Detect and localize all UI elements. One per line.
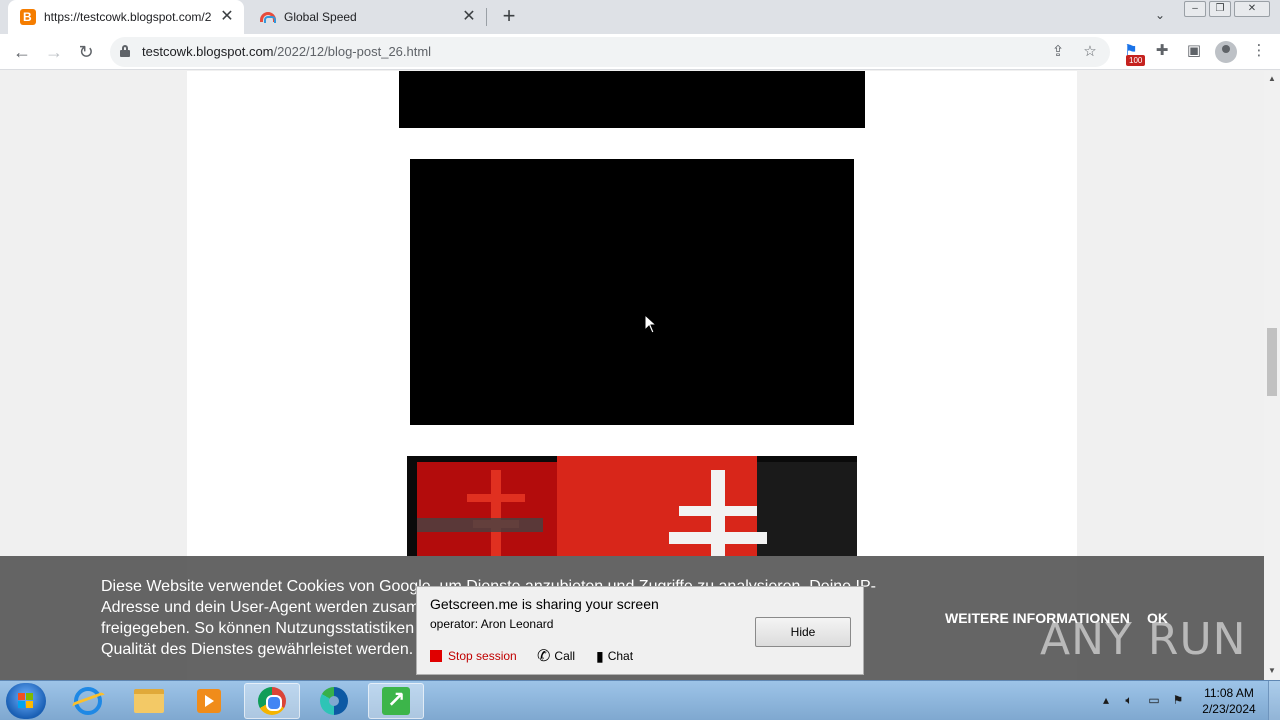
- call-label: Call: [554, 649, 576, 663]
- thumbnail-caption: [417, 518, 543, 532]
- restore-button[interactable]: ❐: [1209, 1, 1231, 17]
- stop-session-button[interactable]: Stop session: [430, 647, 517, 665]
- getscreen-sharing-dialog: Getscreen.me is sharing your screen oper…: [416, 586, 864, 675]
- scroll-up-arrow-icon[interactable]: ▲: [1268, 75, 1276, 83]
- chat-bubble-icon: ▮: [596, 647, 604, 664]
- show-desktop-button[interactable]: [1268, 681, 1280, 720]
- taskbar-edge[interactable]: [306, 683, 362, 719]
- taskbar-internet-explorer[interactable]: [60, 683, 116, 719]
- new-tab-button[interactable]: +: [498, 5, 520, 28]
- media-player-icon: [197, 689, 221, 713]
- operator-label: operator: Aron Leonard: [430, 617, 554, 631]
- taskbar-getscreen[interactable]: [368, 683, 424, 719]
- tab-global-speed[interactable]: Global Speed ✕: [250, 0, 486, 34]
- back-arrow-icon[interactable]: ←: [10, 40, 34, 64]
- share-icon[interactable]: ⇪: [1048, 42, 1068, 62]
- volume-icon[interactable]: 🔈︎: [1120, 691, 1138, 709]
- close-icon[interactable]: ✕: [460, 8, 478, 26]
- bookmark-star-icon[interactable]: ☆: [1080, 42, 1100, 62]
- stop-session-label: Stop session: [448, 649, 517, 663]
- windows-flag-icon: [18, 693, 34, 709]
- tab-search-chevron-icon[interactable]: ⌄: [1150, 8, 1170, 26]
- profile-avatar[interactable]: [1215, 41, 1237, 63]
- address-bar[interactable]: testcowk.blogspot.com/2022/12/blog-post_…: [110, 37, 1110, 67]
- minimize-button[interactable]: ‒: [1184, 1, 1206, 17]
- close-icon[interactable]: ✕: [218, 8, 236, 26]
- system-clock[interactable]: 11:08 AM 2/23/2024: [1196, 685, 1262, 717]
- tab-title: Global Speed: [284, 10, 357, 24]
- folder-icon: [134, 689, 164, 713]
- window-close-button[interactable]: ✕: [1234, 1, 1270, 17]
- taskbar-media-player[interactable]: [181, 683, 237, 719]
- anyrun-watermark: ANY RUN: [1040, 614, 1247, 665]
- blogger-icon: [20, 9, 36, 25]
- tab-strip: https://testcowk.blogspot.com/2 ✕ Global…: [0, 0, 1280, 34]
- video-embed[interactable]: [410, 159, 854, 425]
- menu-kebab-icon[interactable]: ⋮: [1248, 40, 1270, 62]
- chat-button[interactable]: ▮ Chat: [596, 647, 633, 665]
- windows-taskbar: ▴ 🔈︎ ▭ ⚑ 11:08 AM 2/23/2024: [0, 680, 1280, 720]
- tab-separator: [486, 8, 487, 26]
- clock-time: 11:08 AM: [1204, 686, 1254, 700]
- url-path: /2022/12/blog-post_26.html: [273, 44, 432, 59]
- start-button[interactable]: [6, 683, 46, 719]
- mouse-cursor-icon: [644, 314, 658, 334]
- scroll-thumb[interactable]: [1267, 328, 1277, 396]
- url-text[interactable]: testcowk.blogspot.com/2022/12/blog-post_…: [142, 44, 431, 59]
- browser-toolbar: ← → ↻ testcowk.blogspot.com/2022/12/blog…: [0, 34, 1280, 70]
- call-button[interactable]: ✆ Call: [537, 647, 575, 665]
- phone-icon: ✆: [537, 648, 551, 665]
- video-thumbnail[interactable]: [407, 456, 857, 556]
- tab-blogspot[interactable]: https://testcowk.blogspot.com/2 ✕: [8, 0, 244, 34]
- chrome-icon: [258, 687, 286, 715]
- extension-badge: 100: [1126, 55, 1146, 66]
- video-embed[interactable]: [399, 71, 865, 128]
- taskbar-file-explorer[interactable]: [121, 683, 177, 719]
- reload-icon[interactable]: ↻: [74, 40, 98, 64]
- stop-square-icon: [430, 650, 442, 662]
- rainbow-icon: [260, 12, 276, 23]
- internet-explorer-icon: [74, 687, 102, 715]
- tab-title: https://testcowk.blogspot.com/2: [44, 10, 212, 24]
- hide-button[interactable]: Hide: [755, 617, 851, 647]
- side-panel-icon[interactable]: ▣: [1183, 40, 1205, 62]
- extensions-puzzle-icon[interactable]: ✚: [1151, 40, 1173, 62]
- page-scrollbar[interactable]: ▲ ▼: [1264, 71, 1280, 680]
- chat-label: Chat: [607, 649, 634, 663]
- forward-arrow-icon[interactable]: →: [42, 40, 66, 64]
- network-icon[interactable]: ▭: [1145, 691, 1163, 709]
- action-center-flag-icon[interactable]: ⚑: [1169, 691, 1187, 709]
- tray-expand-arrow-icon[interactable]: ▴: [1097, 691, 1115, 709]
- edge-icon: [320, 687, 348, 715]
- sharing-title: Getscreen.me is sharing your screen: [430, 596, 659, 612]
- clock-date: 2/23/2024: [1202, 702, 1256, 716]
- scroll-down-arrow-icon[interactable]: ▼: [1268, 667, 1276, 675]
- getscreen-icon: [382, 687, 410, 715]
- taskbar-chrome[interactable]: [244, 683, 300, 719]
- lock-icon[interactable]: [120, 45, 130, 57]
- url-host: testcowk.blogspot.com: [142, 44, 274, 59]
